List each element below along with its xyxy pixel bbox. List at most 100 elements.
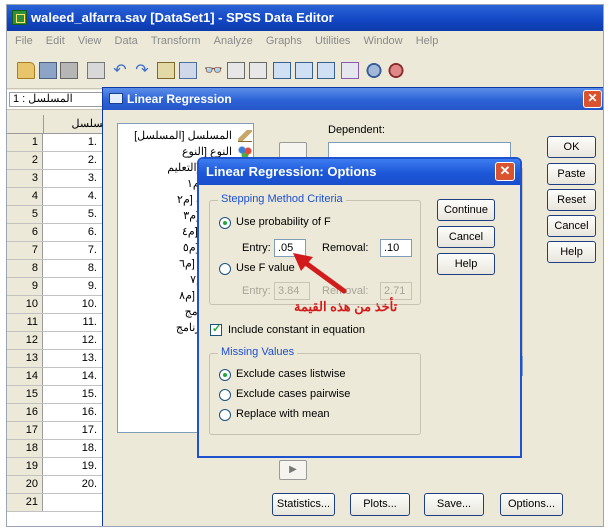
- removal-field[interactable]: .10: [380, 239, 412, 257]
- ok-button[interactable]: OK: [547, 136, 596, 158]
- row-number[interactable]: 3: [7, 170, 43, 187]
- table-row[interactable]: 14 14.: [7, 368, 117, 386]
- use-probability-label[interactable]: Use probability of F: [236, 216, 331, 228]
- cell-value[interactable]: 18.: [43, 440, 101, 457]
- table-row[interactable]: 21: [7, 494, 117, 512]
- cell-value[interactable]: 7.: [43, 242, 101, 259]
- table-row[interactable]: 5 5.: [7, 206, 117, 224]
- cell-value[interactable]: 17.: [43, 422, 101, 439]
- menu-help[interactable]: Help: [411, 31, 444, 52]
- row-number[interactable]: 6: [7, 224, 43, 241]
- exclude-pairwise-radio[interactable]: [219, 389, 231, 401]
- cell-value[interactable]: 2.: [43, 152, 101, 169]
- menu-view[interactable]: View: [73, 31, 107, 52]
- row-number[interactable]: 4: [7, 188, 43, 205]
- value-labels-icon[interactable]: [341, 62, 359, 79]
- cell-value[interactable]: 5.: [43, 206, 101, 223]
- variables-icon[interactable]: [179, 62, 197, 79]
- use-f-value-label[interactable]: Use F value: [236, 262, 295, 274]
- menu-file[interactable]: File: [7, 31, 38, 52]
- split-file-icon[interactable]: [273, 62, 291, 79]
- print-icon[interactable]: [60, 62, 78, 79]
- options-cancel-button[interactable]: Cancel: [437, 226, 495, 248]
- row-number[interactable]: 1: [7, 134, 43, 151]
- cell-value[interactable]: 12.: [43, 332, 101, 349]
- table-row[interactable]: 15 15.: [7, 386, 117, 404]
- row-number[interactable]: 2: [7, 152, 43, 169]
- cell-value[interactable]: 8.: [43, 260, 101, 277]
- cell-value[interactable]: 6.: [43, 224, 101, 241]
- weight-cases-icon[interactable]: [295, 62, 313, 79]
- cell-value[interactable]: 19.: [43, 458, 101, 475]
- table-row[interactable]: 18 18.: [7, 440, 117, 458]
- undo-icon[interactable]: ↶: [111, 62, 129, 79]
- move-to-wls-button[interactable]: ▶: [279, 460, 307, 480]
- table-row[interactable]: 13 13.: [7, 350, 117, 368]
- goto-case-icon[interactable]: [157, 62, 175, 79]
- table-row[interactable]: 17 17.: [7, 422, 117, 440]
- list-item[interactable]: المسلسل [المسلسل]: [118, 128, 254, 144]
- close-icon[interactable]: ✕: [583, 90, 602, 108]
- table-row[interactable]: 16 16.: [7, 404, 117, 422]
- table-row[interactable]: 1 1.: [7, 134, 117, 152]
- redo-icon[interactable]: ↷: [133, 62, 151, 79]
- exclude-listwise-radio[interactable]: [219, 369, 231, 381]
- include-constant-label[interactable]: Include constant in equation: [228, 324, 365, 336]
- menu-analyze[interactable]: Analyze: [209, 31, 258, 52]
- cell-value[interactable]: 3.: [43, 170, 101, 187]
- row-number[interactable]: 11: [7, 314, 43, 331]
- menu-edit[interactable]: Edit: [41, 31, 70, 52]
- table-row[interactable]: 11 11.: [7, 314, 117, 332]
- save-button[interactable]: Save...: [424, 493, 484, 516]
- row-number[interactable]: 12: [7, 332, 43, 349]
- open-icon[interactable]: [17, 62, 35, 79]
- dialog-recall-icon[interactable]: [87, 62, 105, 79]
- table-row[interactable]: 12 12.: [7, 332, 117, 350]
- paste-button[interactable]: Paste: [547, 163, 596, 185]
- reset-button[interactable]: Reset: [547, 189, 596, 211]
- cell-value[interactable]: 15.: [43, 386, 101, 403]
- table-row[interactable]: 20 20.: [7, 476, 117, 494]
- cell-value[interactable]: [43, 494, 101, 511]
- cell-value[interactable]: 16.: [43, 404, 101, 421]
- row-number[interactable]: 10: [7, 296, 43, 313]
- menu-data[interactable]: Data: [110, 31, 143, 52]
- plots-button[interactable]: Plots...: [350, 493, 410, 516]
- select-cases-icon[interactable]: [317, 62, 335, 79]
- table-row[interactable]: 19 19.: [7, 458, 117, 476]
- menu-window[interactable]: Window: [359, 31, 408, 52]
- include-constant-checkbox[interactable]: [210, 322, 222, 336]
- find-icon[interactable]: 👓: [204, 62, 223, 79]
- use-probability-radio[interactable]: [219, 217, 231, 229]
- row-number[interactable]: 7: [7, 242, 43, 259]
- table-row[interactable]: 2 2.: [7, 152, 117, 170]
- table-row[interactable]: 10 10.: [7, 296, 117, 314]
- options-help-button[interactable]: Help: [437, 253, 495, 275]
- row-number[interactable]: 18: [7, 440, 43, 457]
- cell-value[interactable]: 10.: [43, 296, 101, 313]
- insert-cases-icon[interactable]: [227, 62, 245, 79]
- save-icon[interactable]: [39, 62, 57, 79]
- continue-button[interactable]: Continue: [437, 199, 495, 221]
- row-number[interactable]: 5: [7, 206, 43, 223]
- show-all-icon[interactable]: [387, 62, 405, 79]
- table-row[interactable]: 6 6.: [7, 224, 117, 242]
- table-row[interactable]: 9 9.: [7, 278, 117, 296]
- menu-graphs[interactable]: Graphs: [261, 31, 307, 52]
- cancel-button[interactable]: Cancel: [547, 215, 596, 237]
- row-number[interactable]: 21: [7, 494, 43, 511]
- row-number[interactable]: 14: [7, 368, 43, 385]
- statistics-button[interactable]: Statistics...: [272, 493, 335, 516]
- row-number[interactable]: 16: [7, 404, 43, 421]
- row-number[interactable]: 8: [7, 260, 43, 277]
- cell-value[interactable]: 1.: [43, 134, 101, 151]
- table-row[interactable]: 7 7.: [7, 242, 117, 260]
- replace-mean-radio[interactable]: [219, 409, 231, 421]
- table-row[interactable]: 3 3.: [7, 170, 117, 188]
- cell-value[interactable]: 9.: [43, 278, 101, 295]
- exclude-pairwise-label[interactable]: Exclude cases pairwise: [236, 388, 350, 400]
- row-number[interactable]: 9: [7, 278, 43, 295]
- exclude-listwise-label[interactable]: Exclude cases listwise: [236, 368, 345, 380]
- row-number[interactable]: 19: [7, 458, 43, 475]
- cell-value[interactable]: 13.: [43, 350, 101, 367]
